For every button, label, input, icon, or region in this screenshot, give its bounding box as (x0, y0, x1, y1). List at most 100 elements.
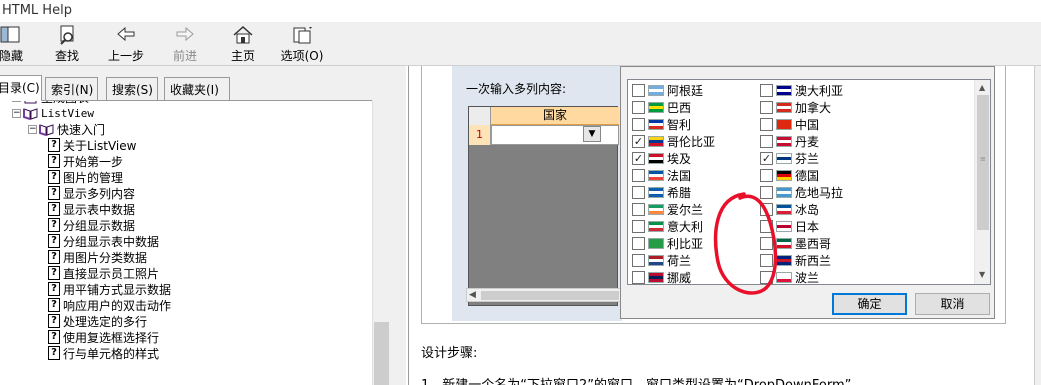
page-scrollbar[interactable] (1034, 66, 1041, 385)
country-name: 新西兰 (795, 254, 832, 268)
flag-icon (648, 153, 664, 164)
country-checkbox[interactable] (632, 237, 645, 250)
country-item[interactable]: 丹麦 (760, 133, 819, 150)
country-item[interactable]: 加拿大 (760, 99, 831, 116)
nav-tabs: 目录(C) 索引(N) 搜索(S) 收藏夹(I) (0, 75, 406, 101)
country-checkbox[interactable] (632, 271, 645, 284)
country-checkbox[interactable] (760, 84, 773, 97)
tree-item[interactable]: ? 使用复选框选择行 (48, 329, 159, 345)
country-checkbox[interactable] (632, 220, 645, 233)
hide-icon (0, 26, 20, 43)
tree-item-label: 分组显示数据 (63, 218, 136, 233)
grid-header: 国家 (469, 107, 619, 125)
tree-scrollbar[interactable] (372, 100, 390, 385)
country-name: 中国 (795, 118, 820, 132)
find-button[interactable]: 查找 (50, 22, 84, 66)
country-name: 波兰 (795, 271, 820, 285)
tree-item[interactable]: ? 显示多列内容 (48, 185, 135, 201)
scroll-left-icon[interactable]: ◀ (469, 289, 476, 302)
country-checkbox[interactable] (632, 118, 645, 131)
cancel-button[interactable]: 取消 (915, 293, 990, 315)
tree-item[interactable]: ? 图片的管理 (48, 169, 123, 185)
flag-icon (648, 272, 664, 283)
tree-item[interactable]: ? 显示表中数据 (48, 201, 135, 217)
country-item[interactable]: 中国 (760, 116, 819, 133)
collapse-icon[interactable]: − (28, 124, 37, 134)
country-name: 智利 (667, 118, 692, 132)
tree-item[interactable]: ? 直接显示员工照片 (48, 265, 159, 281)
tree-item[interactable]: − ListView (12, 105, 94, 121)
country-checkbox[interactable] (632, 186, 645, 199)
country-item[interactable]: 挪威 (632, 269, 691, 284)
grid-hscrollbar[interactable]: ◀ (466, 288, 622, 302)
dropdown-arrow-icon[interactable]: ▼ (583, 126, 601, 142)
red-circle-annotation (713, 192, 778, 295)
country-checkbox[interactable] (760, 135, 773, 148)
scroll-up-icon[interactable]: ▲ (979, 83, 985, 92)
country-item[interactable]: ✓ 哥伦比亚 (632, 133, 715, 150)
home-button[interactable]: 主页 (226, 22, 260, 66)
options-button[interactable]: 选项(O) (278, 22, 326, 66)
country-item[interactable]: 希腊 (632, 184, 691, 201)
flag-icon (648, 255, 664, 266)
country-checkbox[interactable] (632, 203, 645, 216)
tree-item[interactable]: ? 处理选定的多行 (48, 313, 147, 329)
country-item[interactable]: ✓ 芬兰 (760, 150, 819, 167)
country-checkbox[interactable] (632, 101, 645, 114)
tree-item-label: 响应用户的双击动作 (63, 298, 172, 313)
tree-scrollbar-thumb[interactable] (374, 322, 389, 385)
tab-contents[interactable]: 目录(C) (0, 75, 42, 101)
country-item[interactable]: 智利 (632, 116, 691, 133)
country-item[interactable]: 巴西 (632, 99, 691, 116)
country-checkbox[interactable]: ✓ (632, 135, 645, 148)
country-checkbox[interactable] (760, 169, 773, 182)
tree-item-label: 快速入门 (57, 122, 106, 137)
find-icon (60, 25, 74, 45)
country-item[interactable]: 阿根廷 (632, 82, 703, 99)
checklist-scrollbar[interactable]: ▲ ≡ ▼ (974, 80, 990, 284)
country-item[interactable]: ✓ 埃及 (632, 150, 691, 167)
tree-item[interactable]: ? 响应用户的双击动作 (48, 297, 171, 313)
country-item[interactable]: 德国 (760, 167, 819, 184)
flag-icon (648, 102, 664, 113)
flag-icon (776, 170, 792, 181)
country-checkbox[interactable] (632, 254, 645, 267)
country-item[interactable]: 法国 (632, 167, 691, 184)
tree-item[interactable]: − 快速入门 (28, 121, 105, 137)
flag-icon (648, 119, 664, 130)
country-checkbox[interactable] (632, 169, 645, 182)
hide-button[interactable]: 隐藏 (0, 22, 28, 66)
back-button[interactable]: 上一步 (104, 22, 148, 66)
country-item[interactable]: 澳大利亚 (760, 82, 843, 99)
forward-button[interactable]: 前进 (168, 22, 202, 66)
country-item[interactable]: 荷兰 (632, 252, 691, 269)
tab-search[interactable]: 搜索(S) (106, 77, 158, 100)
country-item[interactable]: 意大利 (632, 218, 703, 235)
tree-item[interactable]: ? 行与单元格的样式 (48, 345, 159, 361)
tree-item[interactable]: ? 用图片分类数据 (48, 249, 147, 265)
country-checkbox[interactable] (760, 101, 773, 114)
help-topic-icon: ? (48, 138, 60, 152)
tab-favorites[interactable]: 收藏夹(I) (164, 77, 230, 100)
country-item[interactable]: 爱尔兰 (632, 201, 703, 218)
country-checkbox[interactable] (632, 84, 645, 97)
country-item[interactable]: 利比亚 (632, 235, 703, 252)
window-title: HTML Help (2, 3, 72, 18)
collapse-icon[interactable]: − (12, 108, 21, 118)
tree-item[interactable]: ? 分组显示表中数据 (48, 233, 159, 249)
tab-index[interactable]: 索引(N) (45, 77, 98, 100)
tree-item[interactable]: ? 用平铺方式显示数据 (48, 281, 171, 297)
tree-item[interactable]: ? 开始第一步 (48, 153, 123, 169)
country-checkbox[interactable]: ✓ (632, 152, 645, 165)
country-name: 丹麦 (795, 135, 820, 149)
ok-button[interactable]: 确定 (832, 293, 907, 315)
country-checkbox[interactable]: ✓ (760, 152, 773, 165)
country-name: 冰岛 (795, 203, 820, 217)
flag-icon (648, 187, 664, 198)
contents-tree: +生成图表−ListView−快速入门?关于ListView?开始第一步?图片的… (0, 100, 390, 385)
tree-item[interactable]: ? 分组显示数据 (48, 217, 135, 233)
tree-item[interactable]: ? 关于ListView (48, 137, 136, 153)
scroll-down-icon[interactable]: ▼ (979, 270, 985, 279)
grid-hscrollbar-thumb[interactable] (481, 291, 619, 300)
country-checkbox[interactable] (760, 118, 773, 131)
